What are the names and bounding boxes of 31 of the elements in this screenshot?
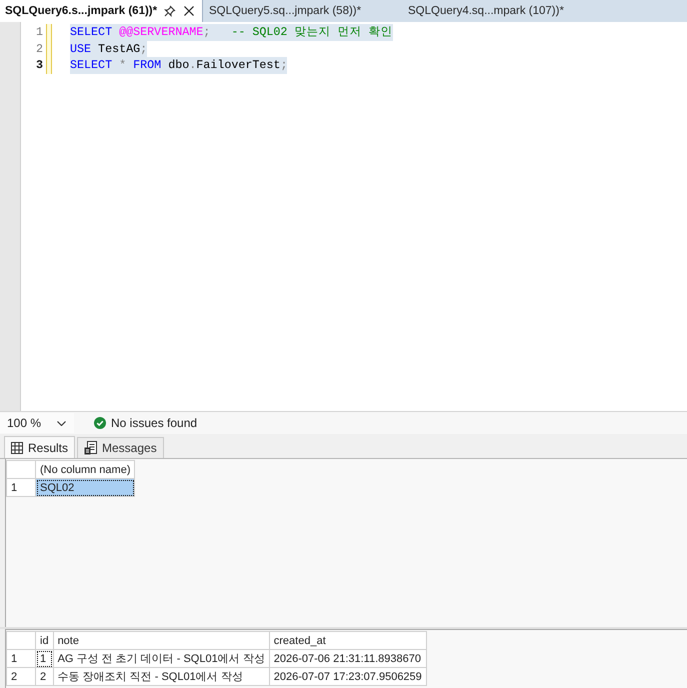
results-tab[interactable]: Messages — [77, 437, 164, 458]
column-header: created_at — [269, 632, 426, 650]
row-number: 2 — [6, 668, 36, 686]
table-cell: 2026-07-06 21:31:11.8938670 — [269, 650, 426, 668]
line-number: 2 — [34, 40, 43, 57]
check-circle-icon — [94, 417, 106, 429]
pin-icon[interactable] — [164, 5, 176, 17]
row-header-corner — [6, 632, 36, 650]
document-icon — [84, 441, 98, 455]
close-icon[interactable] — [184, 6, 194, 16]
status-text: No issues found — [111, 416, 198, 430]
table-cell: SQL02 — [36, 478, 135, 496]
row-header-corner — [6, 460, 36, 478]
column-header: note — [53, 632, 270, 650]
document-tab[interactable]: SQLQuery4.sq...mpark (107))* — [402, 0, 601, 22]
line-number: 3 — [34, 57, 43, 74]
table-cell: 2026-07-07 17:23:07.9506259 — [269, 668, 426, 686]
chevron-down-icon — [57, 420, 66, 426]
document-tab[interactable]: SQLQuery5.sq...jmpark (58))* — [203, 0, 402, 22]
zoom-dropdown[interactable]: 100 % — [0, 413, 74, 433]
row-number: 1 — [6, 650, 36, 668]
results-tab[interactable]: Results — [4, 436, 76, 458]
table-cell: 수동 장애조치 직전 - SQL01에서 작성 — [53, 668, 270, 686]
column-header: id — [36, 632, 54, 650]
table-cell: 1 — [36, 650, 54, 668]
document-tab[interactable]: SQLQuery6.s...jmpark (61))* — [0, 0, 203, 22]
line-number: 1 — [34, 24, 43, 40]
table-cell: 2 — [36, 668, 54, 686]
table-cell: AG 구성 전 초기 데이터 - SQL01에서 작성 — [53, 650, 270, 668]
column-header: (No column name) — [36, 460, 135, 478]
grid-icon — [11, 442, 23, 454]
